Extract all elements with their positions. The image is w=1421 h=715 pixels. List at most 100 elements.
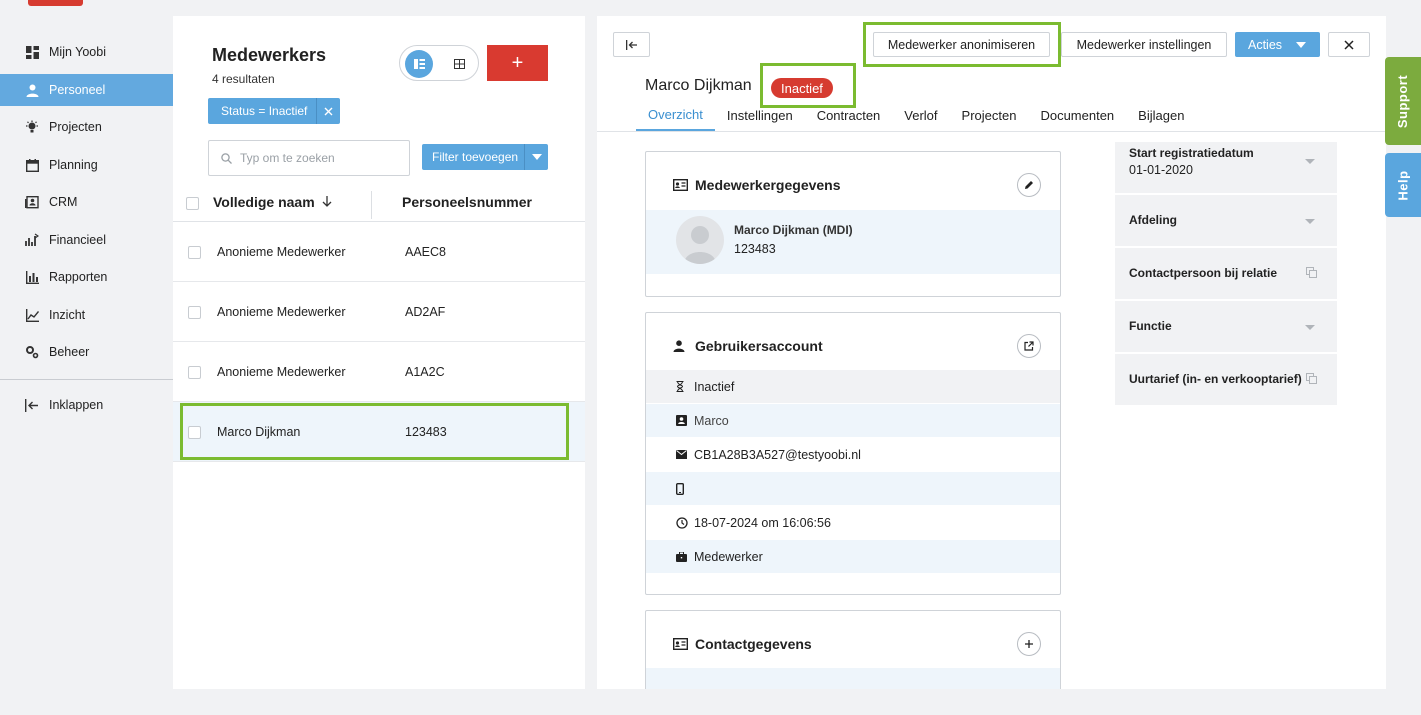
field-department[interactable]: Afdeling: [1115, 195, 1337, 246]
nav-financieel[interactable]: Financieel: [0, 224, 173, 256]
sort-down-icon: [322, 196, 332, 207]
tab-overzicht[interactable]: Overzicht: [636, 100, 715, 131]
settings-icon: [24, 344, 40, 360]
add-contact-button[interactable]: [1017, 632, 1041, 656]
nav-label: Inzicht: [49, 308, 86, 322]
employee-number: AD2AF: [405, 305, 446, 319]
person-icon: [24, 82, 40, 98]
phone-icon: [676, 482, 692, 495]
table-view-button[interactable]: [445, 50, 473, 78]
actions-dropdown[interactable]: Acties: [1235, 32, 1320, 57]
employee-number: AAEC8: [405, 245, 446, 259]
employee-number: A1A2C: [405, 365, 445, 379]
nav-personeel[interactable]: Personeel: [0, 74, 173, 106]
nav-divider: [0, 379, 173, 380]
list-view-button[interactable]: [405, 50, 433, 78]
account-email[interactable]: CB1A28B3A527@testyoobi.nl: [694, 448, 861, 462]
help-tab[interactable]: Help: [1385, 153, 1421, 217]
employee-title: Marco Dijkman: [645, 77, 752, 94]
employee-name: Anonieme Medewerker: [217, 245, 346, 259]
card-title: Contactgegevens: [673, 636, 812, 652]
contact-details-card: Contactgegevens: [645, 610, 1061, 689]
caret-down-icon: [531, 154, 542, 160]
card-title-label: Gebruikersaccount: [695, 338, 823, 354]
card-title: Gebruikersaccount: [673, 338, 823, 354]
tab-projecten[interactable]: Projecten: [950, 100, 1029, 131]
line-chart-icon: [24, 307, 40, 323]
search-field[interactable]: [208, 140, 410, 176]
employee-summary-row[interactable]: Marco Dijkman (MDI) 123483: [646, 210, 1060, 274]
detail-tabs: Overzicht Instellingen Contracten Verlof…: [636, 100, 1196, 131]
field-hourly-rate[interactable]: Uurtarief (in- en verkooptarief): [1115, 354, 1337, 405]
employee-card-number: 123483: [734, 242, 776, 256]
remove-filter-button[interactable]: [316, 98, 340, 124]
account-role-row: Medewerker: [646, 540, 1060, 573]
add-filter-dropdown[interactable]: [524, 144, 549, 170]
collapse-left-icon: [625, 39, 637, 50]
briefcase-icon: [676, 551, 692, 562]
table-view-icon: [453, 59, 465, 69]
search-input[interactable]: [240, 151, 390, 165]
calendar-icon: [24, 157, 40, 173]
add-filter-button[interactable]: Filter toevoegen: [422, 144, 525, 170]
lightbulb-icon: [24, 119, 40, 135]
collapse-list-button[interactable]: [613, 32, 650, 57]
column-header-name[interactable]: Volledige naam: [213, 194, 332, 210]
nav-planning[interactable]: Planning: [0, 149, 173, 181]
nav-label: Beheer: [49, 345, 90, 359]
status-filter-chip[interactable]: Status = Inactief: [208, 98, 341, 124]
edit-button[interactable]: [1017, 173, 1041, 197]
column-header-number[interactable]: Personeelsnummer: [402, 194, 532, 210]
close-icon: [1344, 39, 1354, 50]
nav-projecten[interactable]: Projecten: [0, 111, 173, 143]
field-label: Contactpersoon bij relatie: [1129, 266, 1278, 280]
support-label: Support: [1395, 74, 1411, 128]
field-contact-person[interactable]: Contactpersoon bij relatie: [1115, 248, 1337, 299]
nav-mijn-yoobi[interactable]: Mijn Yoobi: [0, 36, 173, 68]
employee-fullname: Marco Dijkman (MDI): [734, 223, 853, 237]
close-button[interactable]: [1328, 32, 1370, 57]
tabs-divider: [597, 131, 1386, 132]
table-row[interactable]: Anonieme Medewerker A1A2C: [173, 342, 585, 402]
card-title: Medewerkergegevens: [673, 177, 841, 193]
row-checkbox[interactable]: [188, 366, 201, 379]
table-row[interactable]: Anonieme Medewerker AAEC8: [173, 222, 585, 282]
employee-name: Anonieme Medewerker: [217, 365, 346, 379]
nav-inklappen[interactable]: Inklappen: [0, 389, 173, 421]
tab-verlof[interactable]: Verlof: [892, 100, 949, 131]
add-employee-button[interactable]: +: [487, 45, 548, 81]
field-label: Start registratiedatum: [1129, 146, 1254, 160]
table-row[interactable]: Anonieme Medewerker AD2AF: [173, 282, 585, 342]
search-icon: [221, 152, 232, 164]
row-checkbox[interactable]: [188, 306, 201, 319]
person-icon: [673, 339, 689, 353]
tab-bijlagen[interactable]: Bijlagen: [1126, 100, 1196, 131]
nav-beheer[interactable]: Beheer: [0, 336, 173, 368]
employee-detail-panel: Medewerker anonimiseren Medewerker inste…: [597, 16, 1386, 689]
list-title: Medewerkers: [212, 45, 327, 65]
nav-crm[interactable]: CRM: [0, 186, 173, 218]
open-account-button[interactable]: [1017, 334, 1041, 358]
select-all-checkbox[interactable]: [186, 197, 199, 210]
highlight-selected-row: [180, 403, 569, 460]
nav-label: Inklappen: [49, 398, 104, 412]
tab-documenten[interactable]: Documenten: [1028, 100, 1126, 131]
user-account-card: Gebruikersaccount Inactief Marco CB1A28B…: [645, 312, 1061, 595]
collapse-left-icon: [24, 397, 40, 413]
field-function[interactable]: Functie: [1115, 301, 1337, 352]
nav-rapporten[interactable]: Rapporten: [0, 261, 173, 293]
mail-icon: [676, 450, 692, 459]
employee-settings-button[interactable]: Medewerker instellingen: [1061, 32, 1227, 57]
field-start-date[interactable]: Start registratiedatum 01-01-2020: [1115, 142, 1337, 193]
account-last-login-row: 18-07-2024 om 16:06:56: [646, 506, 1060, 539]
account-last-login: 18-07-2024 om 16:06:56: [694, 515, 831, 530]
row-checkbox[interactable]: [188, 246, 201, 259]
result-count: 4 resultaten: [212, 72, 275, 86]
support-tab[interactable]: Support: [1385, 57, 1421, 145]
bar-chart-icon: [24, 269, 40, 285]
account-username: Marco: [694, 413, 729, 428]
hourglass-icon: [676, 381, 692, 392]
nav-label: Projecten: [49, 120, 102, 134]
nav-inzicht[interactable]: Inzicht: [0, 299, 173, 331]
close-icon: [324, 107, 333, 115]
